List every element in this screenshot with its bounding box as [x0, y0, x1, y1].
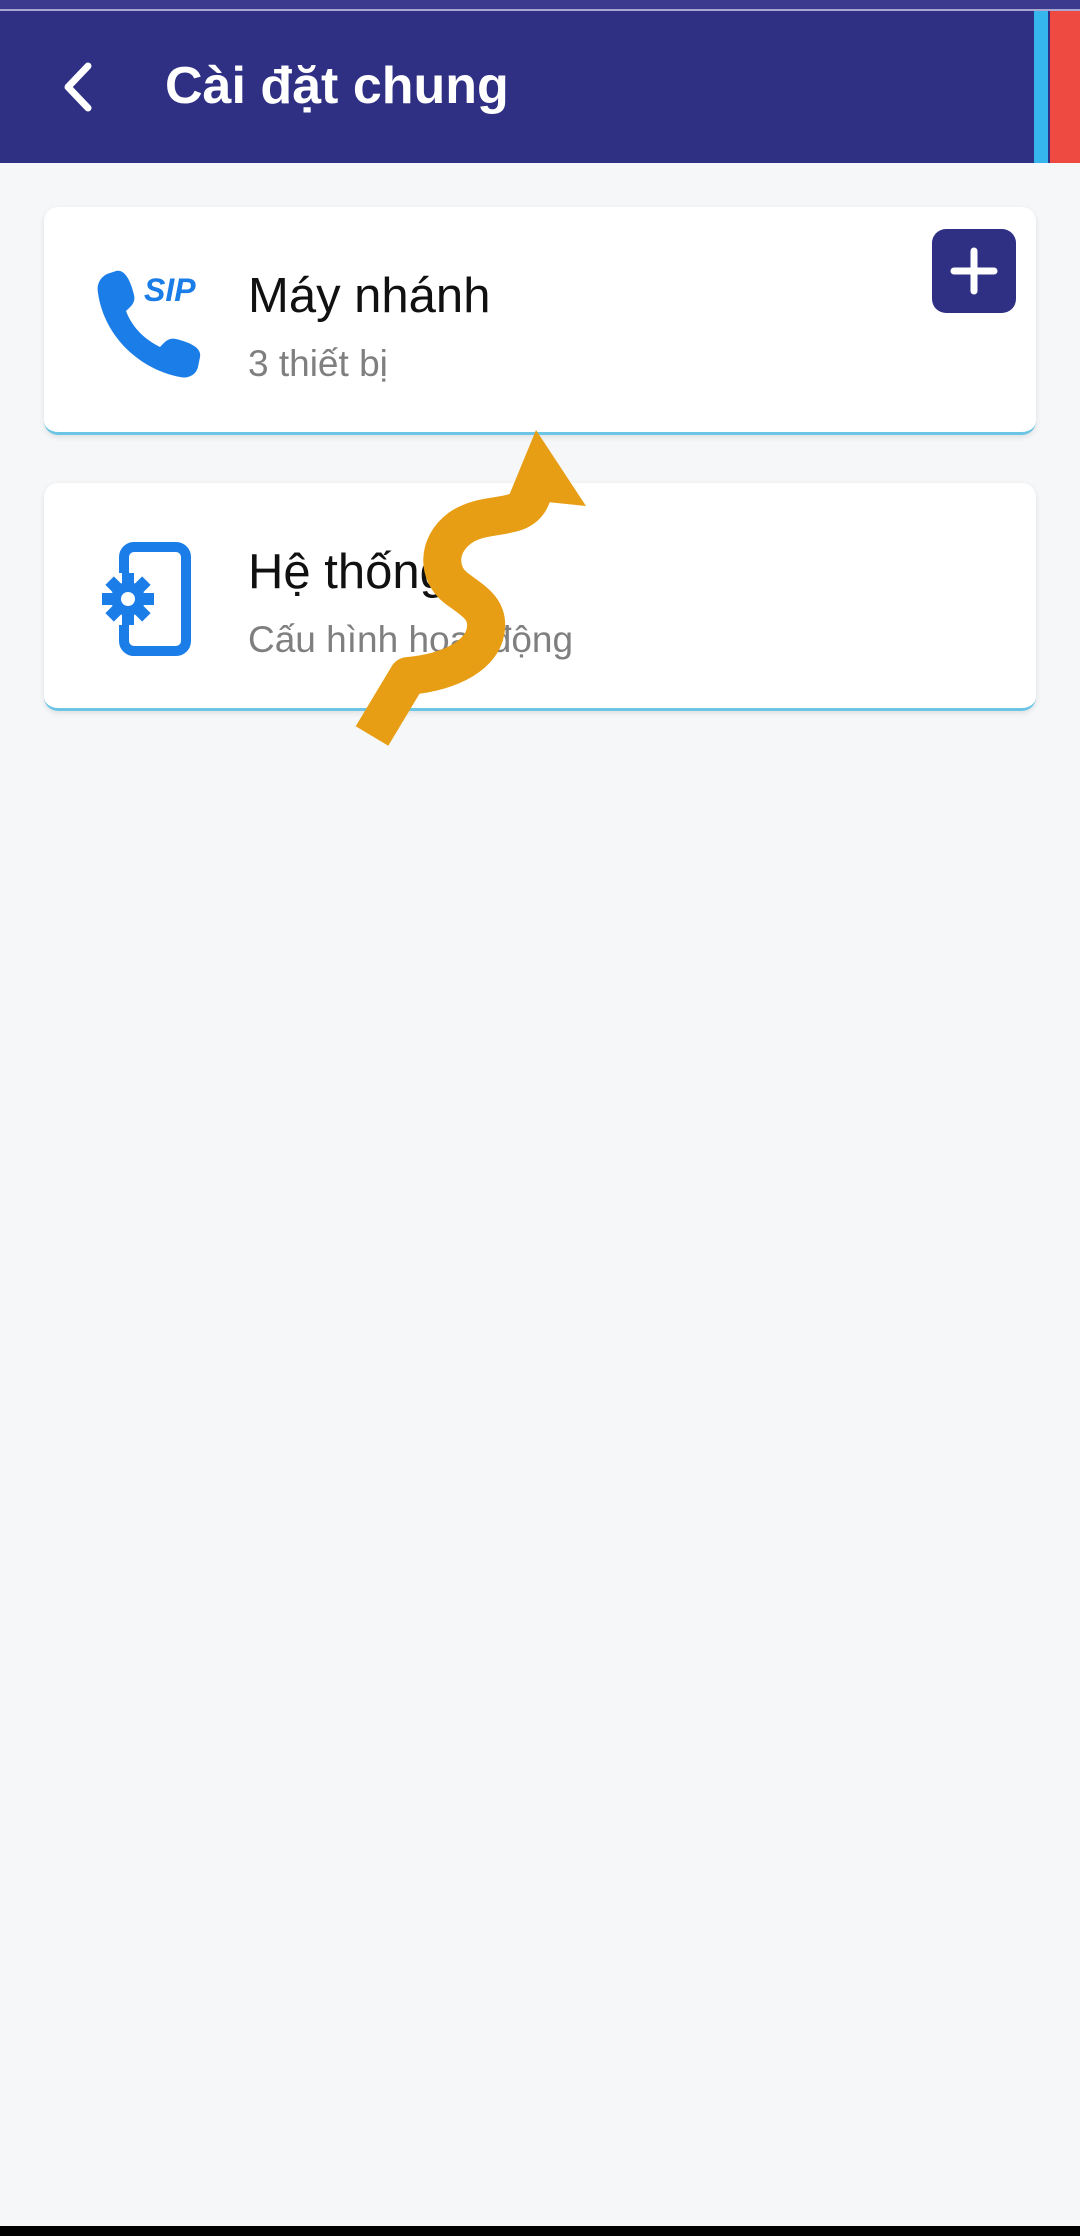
sip-label: SIP [144, 272, 196, 308]
card-subtitle: 3 thiết bị [248, 343, 388, 384]
navigation-bar [0, 2226, 1080, 2236]
status-bar [0, 0, 1080, 11]
settings-phone-icon [102, 542, 191, 656]
plus-icon [950, 247, 998, 295]
app-bar: Cài đặt chung [0, 11, 1080, 163]
edge-strip [1050, 11, 1080, 163]
card-subtitle: Cấu hình hoạt động [248, 619, 574, 660]
sip-phone-icon: SIP [97, 270, 201, 378]
extension-card[interactable]: SIP Máy nhánh 3 thiết bị [44, 207, 1036, 435]
chevron-left-icon [64, 62, 92, 112]
back-button[interactable] [44, 53, 112, 121]
add-extension-button[interactable] [932, 229, 1016, 313]
edge-strip [1034, 11, 1048, 163]
page-title: Cài đặt chung [165, 57, 509, 115]
card-title: Hệ thống [248, 545, 447, 599]
card-title: Máy nhánh [248, 269, 491, 323]
system-card[interactable]: Hệ thống Cấu hình hoạt động [44, 483, 1036, 711]
